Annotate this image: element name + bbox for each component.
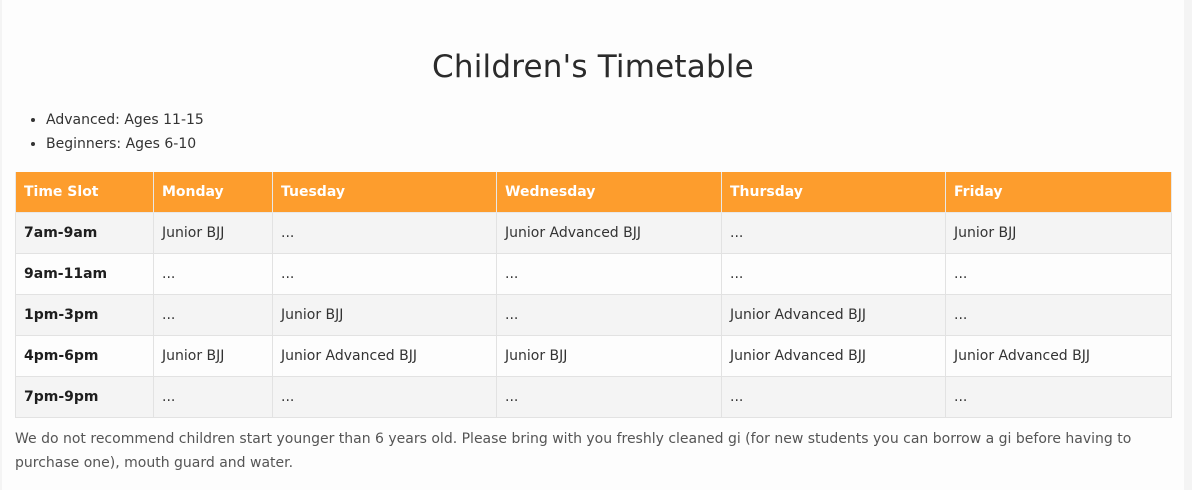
table-row: 7am-9am Junior BJJ ... Junior Advanced B… xyxy=(15,212,1172,254)
table-cell: Junior BJJ xyxy=(945,212,1172,254)
table-cell: ... xyxy=(721,376,946,418)
column-header-wednesday: Wednesday xyxy=(496,172,722,213)
table-row: 7pm-9pm ... ... ... ... ... xyxy=(15,376,1172,418)
time-slot-cell: 1pm-3pm xyxy=(15,294,154,336)
column-header-friday: Friday xyxy=(945,172,1172,213)
table-cell: ... xyxy=(496,376,722,418)
table-cell: ... xyxy=(496,294,722,336)
table-cell: Junior BJJ xyxy=(153,335,273,377)
column-header-time-slot: Time Slot xyxy=(15,172,154,213)
time-slot-cell: 9am-11am xyxy=(15,253,154,295)
table-cell: Junior BJJ xyxy=(272,294,497,336)
table-cell: ... xyxy=(272,376,497,418)
table-cell: Junior BJJ xyxy=(496,335,722,377)
table-cell: ... xyxy=(721,253,946,295)
column-header-tuesday: Tuesday xyxy=(272,172,497,213)
table-cell: ... xyxy=(496,253,722,295)
table-cell: Junior Advanced BJJ xyxy=(496,212,722,254)
table-row: 4pm-6pm Junior BJJ Junior Advanced BJJ J… xyxy=(15,335,1172,377)
requirements-note: We do not recommend children start young… xyxy=(15,431,1132,471)
table-cell: Junior Advanced BJJ xyxy=(721,335,946,377)
age-levels-list: Advanced: Ages 11-15 Beginners: Ages 6-1… xyxy=(24,108,204,156)
table-cell: Junior Advanced BJJ xyxy=(721,294,946,336)
time-slot-cell: 4pm-6pm xyxy=(15,335,154,377)
table-cell: ... xyxy=(153,294,273,336)
table-cell: ... xyxy=(945,253,1172,295)
table-cell: Junior BJJ xyxy=(153,212,273,254)
table-cell: ... xyxy=(153,253,273,295)
table-cell: Junior Advanced BJJ xyxy=(945,335,1172,377)
table-cell: ... xyxy=(721,212,946,254)
list-item-beginners: Beginners: Ages 6-10 xyxy=(46,132,204,156)
table-cell: Junior Advanced BJJ xyxy=(272,335,497,377)
time-slot-cell: 7pm-9pm xyxy=(15,376,154,418)
page-content: Children's Timetable Advanced: Ages 11-1… xyxy=(2,0,1184,490)
table-cell: ... xyxy=(153,376,273,418)
table-header-row: Time Slot Monday Tuesday Wednesday Thurs… xyxy=(15,172,1172,213)
table-cell: ... xyxy=(272,253,497,295)
timetable: Time Slot Monday Tuesday Wednesday Thurs… xyxy=(15,172,1172,418)
table-cell: ... xyxy=(272,212,497,254)
column-header-thursday: Thursday xyxy=(721,172,946,213)
list-item-advanced: Advanced: Ages 11-15 xyxy=(46,108,204,132)
table-row: 1pm-3pm ... Junior BJJ ... Junior Advanc… xyxy=(15,294,1172,336)
table-cell: ... xyxy=(945,376,1172,418)
column-header-monday: Monday xyxy=(153,172,273,213)
page-title: Children's Timetable xyxy=(432,48,754,85)
time-slot-cell: 7am-9am xyxy=(15,212,154,254)
table-row: 9am-11am ... ... ... ... ... xyxy=(15,253,1172,295)
table-cell: ... xyxy=(945,294,1172,336)
